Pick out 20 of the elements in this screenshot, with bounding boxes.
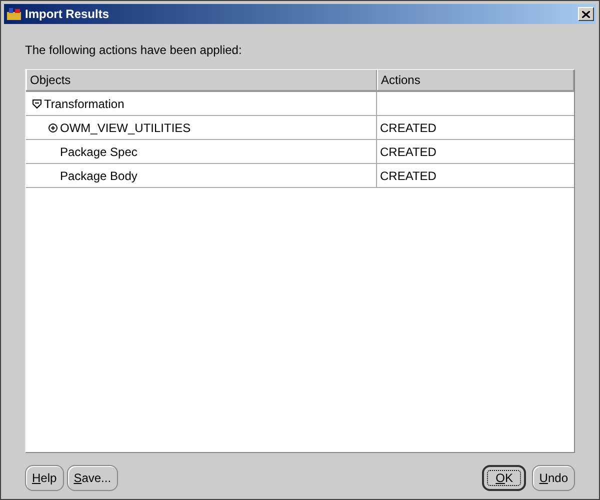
table-cell-text: CREATED [379, 168, 438, 184]
table-cell-text: CREATED [379, 120, 438, 136]
close-icon [582, 10, 590, 18]
dialog-button[interactable]: Save... [66, 465, 118, 491]
tree-cell[interactable]: OWM_VIEW_UTILITIES [26, 116, 377, 139]
table-cell-text: CREATED [379, 144, 438, 160]
tree-cell[interactable]: Package Body [26, 164, 377, 187]
column-header[interactable]: Actions [377, 70, 574, 90]
message-text: The following actions have been applied: [25, 42, 243, 59]
tree-cell[interactable]: Package Spec [26, 140, 377, 163]
dialog-button[interactable]: Help [25, 465, 64, 491]
close-button[interactable] [578, 7, 594, 21]
window-title: Import Results [25, 6, 110, 23]
tree-cell[interactable]: Transformation [26, 92, 377, 115]
dialog-button[interactable]: OK [482, 465, 526, 491]
collapse-icon[interactable] [32, 98, 42, 108]
expand-icon[interactable] [48, 122, 58, 132]
app-icon [6, 7, 22, 21]
dialog-button[interactable]: Undo [532, 465, 575, 491]
column-header[interactable]: Objects [26, 70, 377, 90]
